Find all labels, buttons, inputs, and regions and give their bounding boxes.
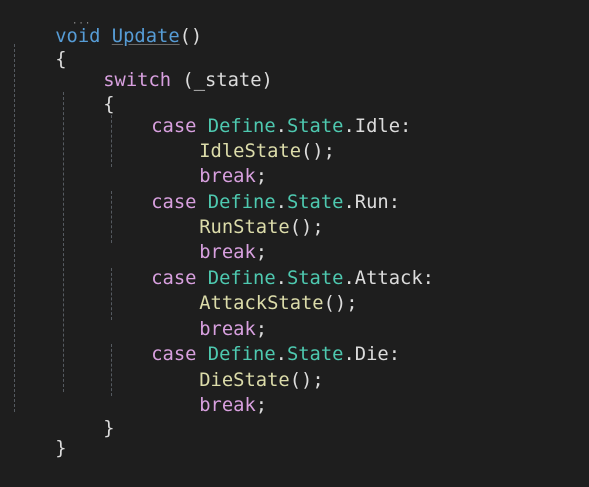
case-label: .Run: (343, 191, 401, 213)
code-line-7[interactable]: break; (154, 138, 267, 187)
call-parens: (); (289, 369, 324, 391)
suggestion-dots-indicator[interactable]: ··· (72, 20, 91, 29)
code-line-11[interactable]: case Define.State.Attack: (106, 240, 434, 289)
code-line-1[interactable]: void Update() (10, 0, 202, 47)
code-line-6[interactable]: IdleState(); (154, 113, 335, 162)
code-line-13[interactable]: break; (154, 291, 267, 340)
call-parens: (); (289, 216, 324, 238)
semicolon: ; (255, 394, 268, 416)
code-line-3[interactable]: switch (_state) (58, 42, 273, 91)
code-line-14[interactable]: case Define.State.Die: (106, 316, 400, 365)
code-line-18[interactable]: } (10, 410, 66, 459)
call-parens: (); (301, 140, 335, 162)
close-brace: } (55, 437, 67, 459)
code-line-8[interactable]: case Define.State.Run: (106, 164, 400, 213)
call-parens: (); (323, 292, 358, 314)
close-brace: } (103, 417, 115, 439)
code-editor[interactable]: void Update() ··· { switch (_state) { ca… (0, 0, 589, 459)
code-line-12[interactable]: AttackState(); (154, 265, 357, 314)
keyword-break: break (199, 394, 256, 416)
code-line-10[interactable]: break; (154, 214, 267, 263)
code-line-5[interactable]: case Define.State.Idle: (106, 88, 411, 137)
case-label: .Die: (343, 343, 401, 365)
case-label: .Idle: (343, 115, 412, 137)
code-line-9[interactable]: RunState(); (154, 189, 323, 238)
code-line-16[interactable]: break; (154, 367, 267, 416)
code-line-15[interactable]: DieState(); (154, 342, 323, 391)
indent-guide-level-1 (14, 44, 15, 412)
